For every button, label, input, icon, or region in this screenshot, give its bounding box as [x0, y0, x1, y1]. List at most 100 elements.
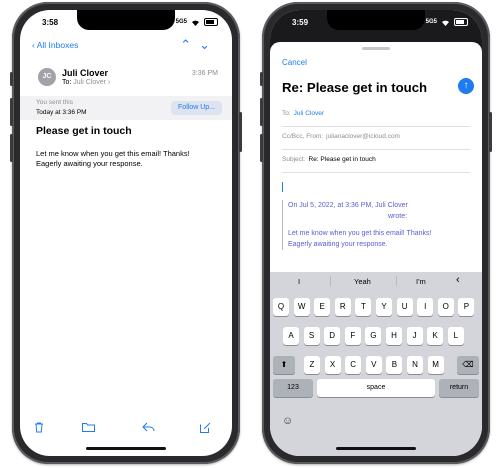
power-button: [489, 112, 492, 152]
key-a[interactable]: A: [283, 327, 299, 345]
body-line: Eagerly awaiting your response.: [36, 159, 143, 168]
key-e[interactable]: E: [314, 298, 331, 316]
volume-down-button: [10, 134, 13, 162]
key-q[interactable]: Q: [273, 298, 289, 316]
key-y[interactable]: Y: [376, 298, 392, 316]
delete-key[interactable]: ⌫: [457, 356, 479, 374]
key-c[interactable]: C: [345, 356, 362, 374]
to-label: To:: [282, 110, 291, 117]
phone-frame-right: 3:59 5G5 Cancel Re: Please get in touch …: [260, 2, 492, 464]
key-b[interactable]: B: [386, 356, 403, 374]
sent-date: Today at 3:36 PM: [36, 109, 87, 116]
suggestion-2[interactable]: Yeah: [354, 277, 371, 286]
notch: [327, 10, 425, 30]
arrow-up-icon: ↑: [463, 80, 469, 91]
space-key[interactable]: space: [317, 379, 435, 397]
to-field[interactable]: To: Juli Clover: [282, 110, 470, 127]
recipient-line: To: Juli Clover ›: [62, 79, 110, 86]
key-i[interactable]: I: [417, 298, 434, 316]
screen-mail-compose: 3:59 5G5 Cancel Re: Please get in touch …: [270, 10, 482, 456]
quoted-text[interactable]: On Jul 5, 2022, at 3:36 PM, Juli Clover …: [282, 200, 458, 250]
key-f[interactable]: F: [344, 327, 361, 345]
cc-label: Cc/Bcc, From:: [282, 133, 324, 140]
chevron-left-icon: ‹: [32, 40, 35, 50]
previous-message-icon[interactable]: ⌃: [180, 37, 199, 52]
wifi-icon: [192, 20, 199, 26]
predictive-bar: I Yeah I'm ‹: [270, 272, 482, 290]
back-button[interactable]: ‹ All Inboxes: [32, 40, 78, 50]
key-r[interactable]: R: [334, 298, 351, 316]
return-key[interactable]: return: [439, 379, 479, 397]
follow-up-button[interactable]: Follow Up...: [171, 101, 222, 115]
numbers-key[interactable]: 123: [273, 379, 313, 397]
quote-wrote: wrote:: [388, 213, 408, 220]
subject-value[interactable]: Re: Please get in touch: [309, 156, 376, 163]
key-n[interactable]: N: [407, 356, 423, 374]
backspace-icon: ⌫: [462, 360, 474, 369]
body-line: Let me know when you get this email! Tha…: [36, 149, 190, 158]
shift-key[interactable]: ⬆: [273, 356, 295, 374]
key-v[interactable]: V: [365, 356, 382, 374]
cc-bcc-from-field[interactable]: Cc/Bcc, From: julianaclover@icloud.com: [282, 133, 470, 150]
subject-field[interactable]: Subject: Re: Please get in touch: [282, 156, 470, 173]
message-body: Let me know when you get this email! Tha…: [36, 149, 226, 169]
emoji-icon[interactable]: ☺: [282, 415, 293, 427]
from-address[interactable]: julianaclover@icloud.com: [326, 133, 400, 140]
key-j[interactable]: J: [406, 327, 423, 345]
status-time: 3:59: [292, 18, 309, 27]
phone-frame-left: 3:58 5G5 ‹ All Inboxes ⌃⌄ JC Juli Clover…: [10, 2, 242, 464]
status-time: 3:58: [42, 18, 59, 27]
mute-switch: [10, 72, 13, 86]
compose-icon[interactable]: [200, 422, 211, 436]
key-d[interactable]: D: [324, 327, 341, 345]
message-time: 3:36 PM: [191, 70, 218, 77]
chevron-left-icon[interactable]: ‹: [456, 274, 460, 286]
key-t[interactable]: T: [355, 298, 372, 316]
avatar[interactable]: JC: [38, 68, 56, 86]
volume-up-button: [10, 98, 13, 126]
key-s[interactable]: S: [303, 327, 320, 345]
to-prefix: To:: [62, 79, 72, 86]
battery-icon: [204, 18, 218, 26]
quote-attribution: On Jul 5, 2022, at 3:36 PM, Juli Clover: [288, 202, 408, 209]
suggestion-1[interactable]: I: [298, 277, 300, 286]
mute-switch: [260, 72, 263, 86]
key-z[interactable]: Z: [304, 356, 320, 374]
key-p[interactable]: P: [458, 298, 475, 316]
home-indicator: [336, 447, 416, 450]
key-h[interactable]: H: [386, 327, 402, 345]
volume-up-button: [260, 98, 263, 126]
key-k[interactable]: K: [427, 327, 444, 345]
reply-icon[interactable]: [142, 422, 155, 435]
key-w[interactable]: W: [293, 298, 310, 316]
key-l[interactable]: L: [447, 327, 464, 345]
sender-name[interactable]: Juli Clover: [62, 68, 108, 78]
sheet-grabber[interactable]: [362, 47, 390, 50]
back-label: All Inboxes: [36, 40, 79, 50]
wifi-icon: [442, 20, 449, 26]
key-x[interactable]: X: [324, 356, 341, 374]
trash-icon[interactable]: [34, 422, 44, 436]
send-button[interactable]: ↑: [458, 78, 474, 94]
message-header: JC Juli Clover To: Juli Clover › 3:36 PM: [20, 68, 232, 94]
recipient-name[interactable]: Juli Clover: [73, 79, 106, 86]
key-o[interactable]: O: [437, 298, 454, 316]
quote-body-line: Let me know when you get this email! Tha…: [288, 230, 432, 237]
to-value[interactable]: Juli Clover: [294, 110, 324, 117]
keyboard: I Yeah I'm ‹ QWERTYUIOP ASDFGHJKL ZXCVBN…: [270, 272, 482, 456]
cancel-button[interactable]: Cancel: [282, 58, 307, 67]
notch: [77, 10, 175, 30]
suggestion-3[interactable]: I'm: [416, 277, 426, 286]
chevron-right-icon: ›: [107, 79, 111, 86]
folder-icon[interactable]: [82, 422, 95, 435]
text-cursor: [282, 182, 283, 192]
carrier-label: 5G5: [175, 19, 187, 25]
key-u[interactable]: U: [396, 298, 413, 316]
key-m[interactable]: M: [427, 356, 444, 374]
volume-down-button: [260, 134, 263, 162]
bottom-toolbar: [20, 422, 232, 442]
battery-icon: [454, 18, 468, 26]
shift-icon: ⬆: [280, 360, 288, 369]
key-g[interactable]: G: [365, 327, 382, 345]
next-message-icon[interactable]: ⌄: [199, 37, 218, 52]
